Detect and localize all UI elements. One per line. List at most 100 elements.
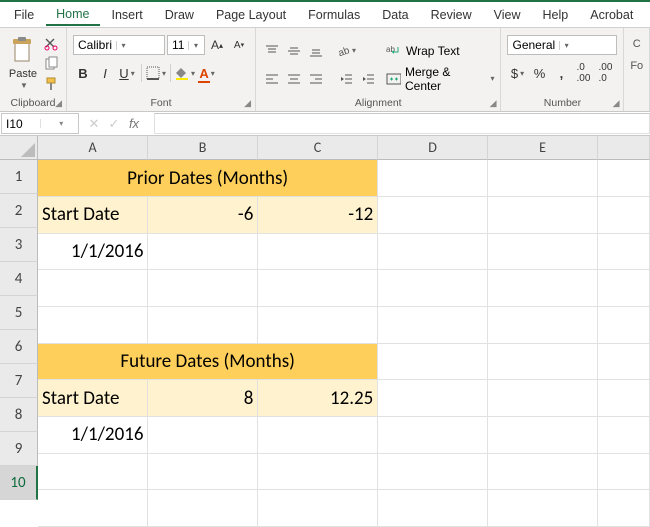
cell[interactable]: Prior Dates (Months) bbox=[38, 160, 378, 197]
cell[interactable]: Start Date bbox=[38, 197, 148, 234]
cell[interactable] bbox=[598, 270, 650, 307]
cell[interactable] bbox=[258, 416, 378, 453]
cell[interactable]: 8 bbox=[148, 380, 258, 417]
cell[interactable]: 1/1/2016 bbox=[38, 233, 148, 270]
cell[interactable] bbox=[378, 307, 488, 344]
cell[interactable] bbox=[148, 233, 258, 270]
bold-button[interactable]: B bbox=[73, 62, 93, 84]
cell[interactable] bbox=[148, 270, 258, 307]
align-middle-button[interactable] bbox=[284, 40, 304, 62]
cell[interactable] bbox=[38, 490, 148, 527]
align-top-button[interactable] bbox=[262, 40, 282, 62]
column-header[interactable]: B bbox=[148, 136, 258, 160]
increase-font-button[interactable]: A▴ bbox=[207, 34, 227, 56]
cell[interactable] bbox=[598, 416, 650, 453]
cell[interactable]: Start Date bbox=[38, 380, 148, 417]
number-format-combo[interactable]: General▾ bbox=[507, 35, 617, 55]
select-all-button[interactable] bbox=[0, 136, 38, 160]
align-right-button[interactable] bbox=[306, 68, 326, 90]
italic-button[interactable]: I bbox=[95, 62, 115, 84]
cell[interactable] bbox=[148, 416, 258, 453]
cell[interactable] bbox=[378, 270, 488, 307]
menu-item-home[interactable]: Home bbox=[46, 4, 99, 26]
cell[interactable] bbox=[488, 380, 598, 417]
row-header[interactable]: 8 bbox=[0, 398, 38, 432]
cancel-edit-button[interactable]: ✕ bbox=[84, 116, 104, 132]
cell[interactable] bbox=[598, 490, 650, 527]
cell[interactable]: 1/1/2016 bbox=[38, 416, 148, 453]
cell[interactable] bbox=[258, 453, 378, 490]
menu-item-review[interactable]: Review bbox=[421, 5, 482, 25]
format-painter-button[interactable] bbox=[42, 75, 60, 93]
decrease-decimal-button[interactable]: .00.0 bbox=[595, 62, 615, 84]
cell[interactable] bbox=[148, 453, 258, 490]
row-header[interactable]: 4 bbox=[0, 262, 38, 296]
dialog-launcher-icon[interactable]: ◢ bbox=[613, 98, 620, 109]
cell[interactable] bbox=[378, 197, 488, 234]
cell[interactable] bbox=[488, 233, 598, 270]
cell[interactable] bbox=[598, 343, 650, 380]
menu-item-formulas[interactable]: Formulas bbox=[298, 5, 370, 25]
border-button[interactable]: ▾ bbox=[146, 62, 166, 84]
cell[interactable] bbox=[148, 307, 258, 344]
confirm-edit-button[interactable]: ✓ bbox=[104, 116, 124, 132]
cell[interactable] bbox=[38, 270, 148, 307]
cell[interactable] bbox=[258, 307, 378, 344]
cell[interactable] bbox=[258, 233, 378, 270]
row-header[interactable]: 2 bbox=[0, 194, 38, 228]
increase-indent-button[interactable] bbox=[358, 68, 378, 90]
accounting-format-button[interactable]: $▾ bbox=[507, 62, 527, 84]
menu-item-insert[interactable]: Insert bbox=[102, 5, 153, 25]
cell[interactable]: 12.25 bbox=[258, 380, 378, 417]
cell[interactable] bbox=[488, 197, 598, 234]
cell[interactable]: -12 bbox=[258, 197, 378, 234]
row-header[interactable]: 10 bbox=[0, 466, 38, 500]
underline-button[interactable]: U▾ bbox=[117, 62, 137, 84]
dialog-launcher-icon[interactable]: ◢ bbox=[55, 98, 62, 109]
cell[interactable] bbox=[598, 233, 650, 270]
menu-item-file[interactable]: File bbox=[4, 5, 44, 25]
cell[interactable] bbox=[488, 307, 598, 344]
dialog-launcher-icon[interactable]: ◢ bbox=[490, 98, 497, 109]
name-box[interactable]: I10 ▾ bbox=[1, 113, 79, 134]
column-header[interactable] bbox=[598, 136, 650, 160]
align-bottom-button[interactable] bbox=[306, 40, 326, 62]
column-header[interactable]: D bbox=[378, 136, 488, 160]
cell[interactable] bbox=[378, 453, 488, 490]
row-header[interactable]: 3 bbox=[0, 228, 38, 262]
copy-button[interactable] bbox=[42, 55, 60, 73]
menu-item-acrobat[interactable]: Acrobat bbox=[580, 5, 643, 25]
font-color-button[interactable]: A▾ bbox=[197, 62, 217, 84]
column-header[interactable]: E bbox=[488, 136, 598, 160]
row-header[interactable]: 6 bbox=[0, 330, 38, 364]
cell[interactable] bbox=[598, 380, 650, 417]
decrease-font-button[interactable]: A▾ bbox=[229, 34, 249, 56]
cell[interactable] bbox=[488, 270, 598, 307]
cell[interactable] bbox=[38, 307, 148, 344]
cell[interactable] bbox=[378, 233, 488, 270]
row-header[interactable]: 7 bbox=[0, 364, 38, 398]
cell[interactable] bbox=[488, 416, 598, 453]
menu-item-page-layout[interactable]: Page Layout bbox=[206, 5, 296, 25]
cell[interactable] bbox=[378, 380, 488, 417]
menu-item-help[interactable]: Help bbox=[533, 5, 579, 25]
cell[interactable] bbox=[258, 490, 378, 527]
orientation-button[interactable]: ab▾ bbox=[336, 40, 356, 62]
cell[interactable] bbox=[378, 160, 488, 197]
cell[interactable]: Future Dates (Months) bbox=[38, 343, 378, 380]
dialog-launcher-icon[interactable]: ◢ bbox=[244, 98, 251, 109]
cut-button[interactable] bbox=[42, 35, 60, 53]
formula-input[interactable] bbox=[154, 113, 650, 134]
cell[interactable] bbox=[598, 307, 650, 344]
column-header[interactable]: C bbox=[258, 136, 378, 160]
cell[interactable]: -6 bbox=[148, 197, 258, 234]
cell[interactable] bbox=[378, 416, 488, 453]
font-size-combo[interactable]: 11▾ bbox=[167, 35, 205, 55]
paste-button[interactable]: Paste ▼ bbox=[6, 37, 40, 90]
cell[interactable] bbox=[38, 453, 148, 490]
cell[interactable] bbox=[598, 160, 650, 197]
cell[interactable] bbox=[488, 490, 598, 527]
row-header[interactable]: 1 bbox=[0, 160, 38, 194]
menu-item-data[interactable]: Data bbox=[372, 5, 418, 25]
cell[interactable] bbox=[378, 490, 488, 527]
